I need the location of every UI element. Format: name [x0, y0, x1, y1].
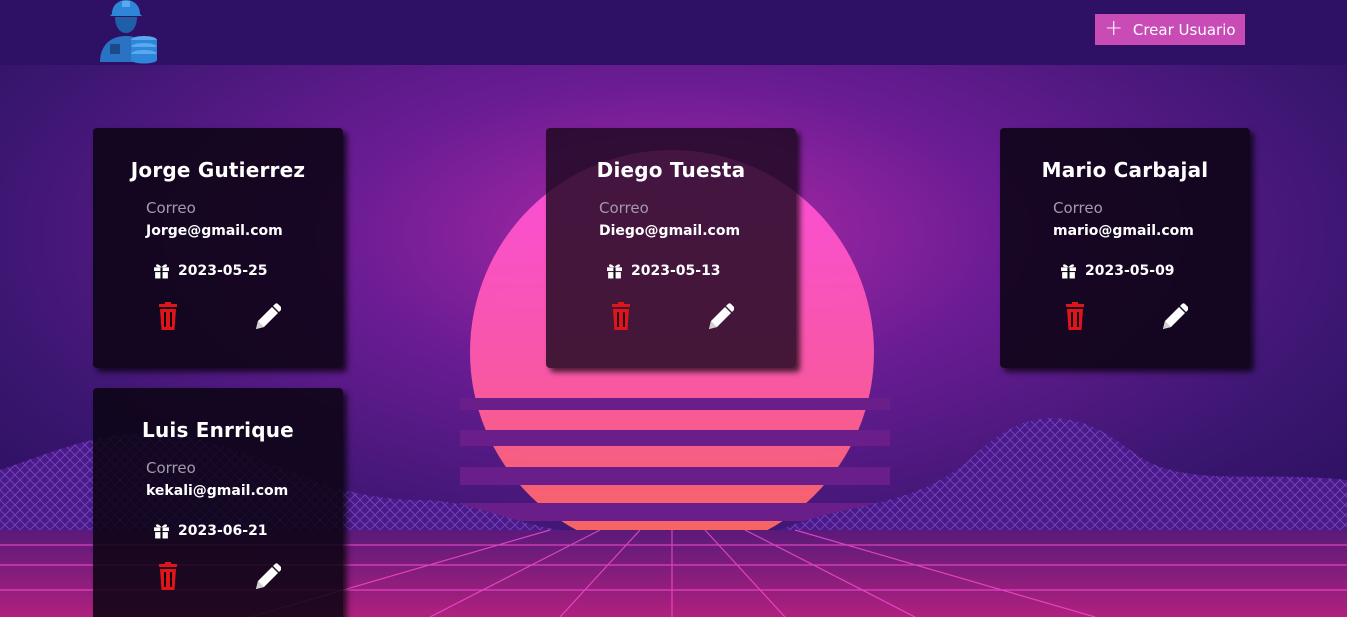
- user-email: Diego@gmail.com: [599, 223, 741, 239]
- user-name: Mario Carbajal: [1041, 158, 1209, 182]
- edit-user-button[interactable]: [1160, 302, 1189, 332]
- gift-icon: [154, 524, 169, 539]
- trash-icon: [612, 302, 630, 330]
- delete-user-button[interactable]: [607, 302, 635, 332]
- date-row: 2023-05-09: [1060, 262, 1175, 279]
- trash-icon: [159, 302, 177, 330]
- create-user-button[interactable]: + Crear Usuario: [1095, 14, 1245, 45]
- user-card: Jorge Gutierrez Correo Jorge@gmail.com 2…: [93, 128, 343, 368]
- date-row: 2023-05-13: [606, 262, 721, 279]
- email-label: Correo: [146, 459, 196, 477]
- pencil-icon: [709, 303, 735, 329]
- engineer-database-icon[interactable]: [96, 0, 160, 64]
- trash-icon: [1066, 302, 1084, 330]
- delete-user-button[interactable]: [154, 562, 182, 592]
- edit-user-button[interactable]: [253, 302, 282, 332]
- user-name: Diego Tuesta: [596, 158, 746, 182]
- delete-user-button[interactable]: [1061, 302, 1089, 332]
- user-card: Mario Carbajal Correo mario@gmail.com 20…: [1000, 128, 1250, 368]
- create-user-label: Crear Usuario: [1132, 20, 1236, 39]
- email-label: Correo: [146, 199, 196, 217]
- email-label: Correo: [1053, 199, 1103, 217]
- user-date: 2023-05-25: [178, 262, 268, 279]
- top-navbar: + Crear Usuario: [0, 0, 1347, 65]
- user-card: Diego Tuesta Correo Diego@gmail.com 2023…: [546, 128, 796, 368]
- trash-icon: [159, 562, 177, 590]
- date-row: 2023-06-21: [153, 522, 268, 539]
- user-email: mario@gmail.com: [1053, 223, 1194, 239]
- user-name: Luis Enrrique: [142, 418, 294, 442]
- email-label: Correo: [599, 199, 649, 217]
- user-date: 2023-05-09: [1085, 262, 1175, 279]
- pencil-icon: [256, 563, 282, 589]
- edit-user-button[interactable]: [253, 562, 282, 592]
- date-row: 2023-05-25: [153, 262, 268, 279]
- user-email: kekali@gmail.com: [146, 483, 289, 499]
- user-date: 2023-05-13: [631, 262, 721, 279]
- user-date: 2023-06-21: [178, 522, 268, 539]
- gift-icon: [154, 264, 169, 279]
- pencil-icon: [256, 303, 282, 329]
- edit-user-button[interactable]: [706, 302, 735, 332]
- gift-icon: [607, 264, 622, 279]
- user-name: Jorge Gutierrez: [130, 158, 306, 182]
- user-card: Luis Enrrique Correo kekali@gmail.com 20…: [93, 388, 343, 617]
- plus-icon: +: [1104, 15, 1123, 41]
- user-email: Jorge@gmail.com: [146, 223, 283, 239]
- gift-icon: [1061, 264, 1076, 279]
- delete-user-button[interactable]: [154, 302, 182, 332]
- pencil-icon: [1163, 303, 1189, 329]
